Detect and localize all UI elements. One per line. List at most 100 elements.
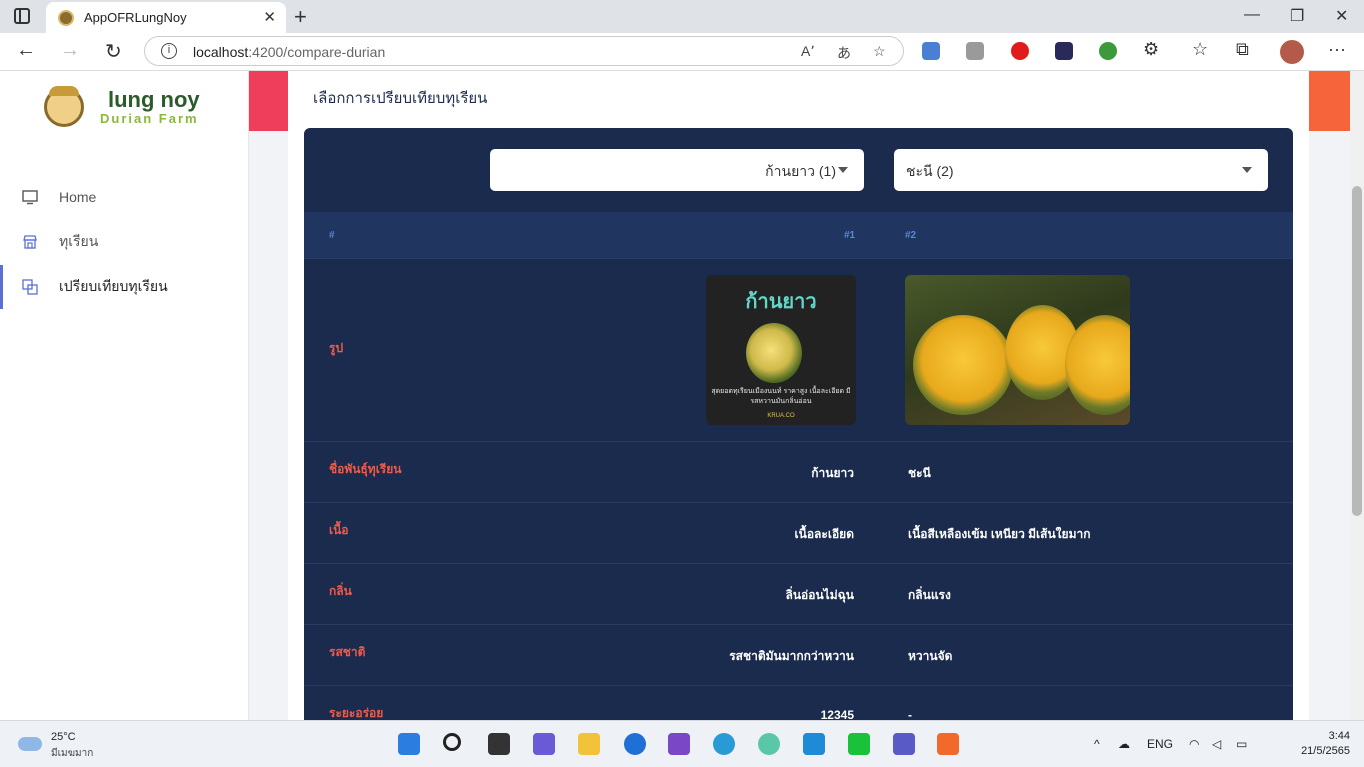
row-value-1: ก้านยาว (811, 466, 854, 480)
right-gutter (1309, 131, 1350, 720)
image-1-caption: สุดยอดทุเรียนเมืองนนท์ ราคาสูง เนื้อละเอ… (711, 388, 851, 405)
logo-subtitle: Durian Farm (100, 111, 199, 126)
row-label: รูป (329, 341, 344, 355)
xampp-icon[interactable] (937, 733, 959, 755)
compare-icon (22, 279, 38, 295)
logo[interactable]: lung noy Durian Farm (44, 85, 214, 131)
durian-select-1[interactable]: ก้านยาว (1) (490, 149, 864, 191)
cloud-icon (18, 737, 42, 751)
site-favicon-icon (58, 10, 74, 26)
row-label: เนื้อ (329, 523, 349, 537)
collections-icon[interactable]: ⧉ (1236, 39, 1249, 60)
address-bar[interactable]: i localhost:4200/compare-durian A՚ あ ☆ (144, 36, 904, 66)
durian-select-2[interactable]: ชะนี (2) (894, 149, 1268, 191)
row-value-2: กลิ่นแรง (908, 588, 951, 602)
farmer-logo-icon (44, 86, 84, 127)
new-tab-icon[interactable]: + (294, 4, 307, 30)
file-explorer-icon[interactable] (578, 733, 600, 755)
weather-temp: 25°C (51, 731, 76, 743)
minimize-icon[interactable]: — (1244, 6, 1260, 24)
close-window-icon[interactable]: ✕ (1335, 6, 1348, 26)
scrollbar-thumb[interactable] (1352, 186, 1362, 516)
extension-icon[interactable] (966, 42, 984, 60)
wifi-icon[interactable]: ◠ (1189, 737, 1199, 751)
url-text: localhost:4200/compare-durian (193, 44, 386, 60)
durian-image-1: ก้านยาว สุดยอดทุเรียนเมืองนนท์ ราคาสูง เ… (706, 275, 856, 425)
back-icon[interactable]: ← (16, 39, 36, 62)
opera-extension-icon[interactable] (1011, 42, 1029, 60)
forward-icon[interactable]: → (60, 39, 80, 62)
tab-close-icon[interactable]: ✕ (263, 8, 276, 26)
left-gutter (249, 131, 288, 720)
select-2-value: ชะนี (2) (906, 163, 954, 179)
clock-date: 21/5/2565 (1301, 745, 1350, 757)
row-value-1: ลิ่นอ่อนไม่ฉุน (785, 588, 855, 602)
edge-icon[interactable] (713, 733, 735, 755)
task-view-icon[interactable] (488, 733, 510, 755)
row-label: รสชาติ (329, 645, 366, 659)
tab-actions-icon[interactable] (14, 8, 30, 24)
translate-icon[interactable]: あ (837, 43, 851, 63)
clock[interactable]: 3:44 21/5/2565 (1301, 729, 1350, 759)
image-1-source: KRUA.CO (767, 413, 795, 419)
table-row: ชื่อพันธุ์ทุเรียน ก้านยาว ชะนี (304, 441, 1293, 502)
app-icon[interactable] (758, 733, 780, 755)
refresh-icon[interactable]: ↻ (105, 39, 122, 64)
chevron-down-icon (1242, 167, 1252, 173)
chat-icon[interactable] (533, 733, 555, 755)
visual-studio-icon[interactable] (668, 733, 690, 755)
row-label: กลิ่น (329, 584, 352, 598)
onedrive-icon[interactable]: ☁ (1118, 737, 1130, 751)
sidebar-item-label: ทุเรียน (59, 233, 99, 249)
web-page: lung noy Durian Farm Home ทุเรียน เปรียบ… (0, 71, 1364, 720)
row-value-1: รสชาติมันมากกว่าหวาน (729, 649, 854, 663)
battery-icon[interactable]: ▭ (1236, 737, 1247, 751)
page-scrollbar[interactable] (1350, 71, 1364, 720)
search-icon[interactable] (443, 733, 461, 751)
clock-time: 3:44 (1328, 730, 1350, 742)
header-hash: # (329, 230, 335, 241)
volume-icon[interactable]: ◁ (1212, 737, 1221, 751)
settings-more-icon[interactable]: ··· (1328, 39, 1346, 60)
language-indicator[interactable]: ENG (1147, 737, 1173, 751)
site-info-icon[interactable]: i (161, 43, 177, 59)
durian-pod (1065, 315, 1130, 415)
sidebar-item-durian[interactable]: ทุเรียน (0, 220, 249, 264)
globe-extension-icon[interactable] (1099, 42, 1117, 60)
maps-icon[interactable] (624, 733, 646, 755)
row-value-2: - (908, 708, 912, 720)
restore-icon[interactable]: ❐ (1290, 6, 1304, 26)
row-label: ชื่อพันธุ์ทุเรียน (329, 462, 402, 476)
row-value-2: หวานจัด (908, 649, 953, 663)
profile-avatar[interactable] (1280, 40, 1304, 64)
code-extension-icon[interactable] (1055, 42, 1073, 60)
windows-taskbar: 25°C มีเมฆมาก ^ ☁ ENG ◠ ◁ ▭ 3:44 21/5/25… (0, 720, 1364, 767)
monitor-icon (22, 190, 38, 205)
table-row: เนื้อ เนื้อละเอียด เนื้อสีเหลืองเข้ม เหน… (304, 502, 1293, 563)
add-favorite-icon[interactable]: ☆ (873, 43, 886, 60)
google-translate-extension-icon[interactable] (922, 42, 940, 60)
sidebar-item-compare[interactable]: เปรียบเทียบทุเรียน (0, 265, 249, 309)
favorites-icon[interactable]: ☆ (1192, 39, 1208, 60)
select-1-value: ก้านยาว (1) (765, 163, 836, 179)
start-icon[interactable] (398, 733, 420, 755)
durian-pod (913, 315, 1013, 415)
extensions-puzzle-icon[interactable]: ⚙ (1143, 39, 1159, 60)
table-row: ระยะอร่อย 12345 - (304, 685, 1293, 720)
chevron-down-icon (838, 167, 848, 173)
durian-fruit-icon (746, 323, 802, 383)
sidebar-item-home[interactable]: Home (0, 175, 249, 219)
line-icon[interactable] (848, 733, 870, 755)
chevron-up-icon[interactable]: ^ (1094, 737, 1100, 751)
header-col-2: #2 (905, 230, 917, 241)
teams-icon[interactable] (893, 733, 915, 755)
image-1-title: ก้านยาว (745, 291, 817, 313)
vscode-icon[interactable] (803, 733, 825, 755)
read-aloud-icon[interactable]: A՚ (801, 43, 815, 60)
weather-condition: มีเมฆมาก (51, 748, 94, 759)
sidebar: lung noy Durian Farm Home ทุเรียน เปรียบ… (0, 71, 249, 720)
table-header: # #1 #2 (304, 212, 1293, 258)
main-content: เลือกการเปรียบเทียบทุเรียน ก้านยาว (1) ช… (288, 71, 1309, 720)
logo-title: lung noy (108, 87, 200, 112)
browser-tab[interactable]: AppOFRLungNoy ✕ (46, 2, 286, 33)
